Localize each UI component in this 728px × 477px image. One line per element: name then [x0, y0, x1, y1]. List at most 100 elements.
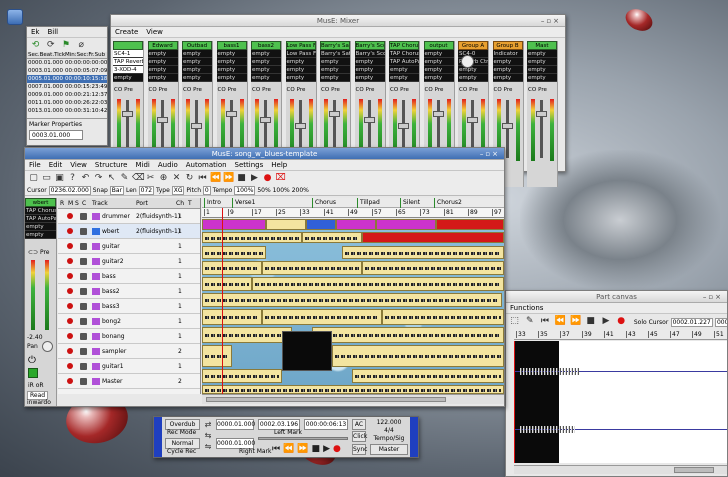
effect-slot[interactable]: empty: [182, 74, 212, 82]
zoom-option[interactable]: 200%: [292, 187, 309, 194]
effect-slot[interactable]: empty: [251, 66, 281, 74]
effect-slot[interactable]: empty: [182, 66, 212, 74]
track-name[interactable]: bass3: [102, 299, 120, 314]
effect-slot[interactable]: empty: [527, 50, 557, 58]
sync-button[interactable]: Sync: [352, 444, 367, 455]
track-name[interactable]: bass2: [102, 284, 120, 299]
stereo-button[interactable]: CO: [390, 87, 398, 93]
fader-knob[interactable]: [225, 111, 237, 117]
marker-row[interactable]: 0009.01.000 00:00:21:12:37: [27, 91, 107, 99]
effect-slot[interactable]: empty: [320, 74, 350, 82]
part[interactable]: [202, 232, 302, 243]
marker-row[interactable]: 0000.01.000 00:00:00:00:00: [27, 59, 107, 67]
column-header[interactable]: T: [188, 198, 192, 209]
mute-icon[interactable]: [80, 333, 87, 340]
column-header[interactable]: C: [82, 198, 86, 209]
part[interactable]: [202, 219, 266, 230]
stereo-button[interactable]: CO: [459, 87, 467, 93]
marker-row[interactable]: 0011.01.000 00:00:26:22:03: [27, 99, 107, 107]
record-arm-icon[interactable]: [67, 333, 73, 339]
track-channel[interactable]: 1: [178, 254, 182, 269]
effect-slot[interactable]: empty: [423, 66, 454, 74]
track-channel[interactable]: 1: [178, 209, 182, 224]
effect-slot[interactable]: empty: [389, 66, 419, 74]
effect-slot[interactable]: empty: [458, 66, 488, 74]
lock-icon[interactable]: ⌀: [76, 40, 87, 51]
mute-icon[interactable]: [80, 258, 87, 265]
part[interactable]: [376, 219, 436, 230]
strip-name[interactable]: Barry's Scoot: [354, 41, 385, 50]
menu-item[interactable]: Ek: [27, 28, 43, 36]
effect-slot[interactable]: empty: [216, 58, 247, 66]
track-channel[interactable]: 2: [178, 344, 182, 359]
menu-item[interactable]: Audio: [154, 161, 182, 169]
stop-icon[interactable]: ■: [236, 173, 247, 184]
pointer-icon[interactable]: ⬚: [509, 316, 520, 327]
mute-icon[interactable]: [80, 303, 87, 310]
part[interactable]: [266, 219, 306, 230]
stereo-icon[interactable]: ⊂⊃ Pre: [28, 248, 54, 257]
menu-item[interactable]: Create: [111, 28, 142, 36]
effect-slot[interactable]: Barry's Scoot: [354, 50, 385, 58]
fader-knob[interactable]: [329, 111, 340, 117]
stop-icon[interactable]: ■: [312, 444, 324, 454]
track-name[interactable]: guitar2: [102, 254, 124, 269]
save-icon[interactable]: ▣: [54, 173, 65, 184]
transport-grip[interactable]: [410, 417, 418, 457]
stereo-button[interactable]: CO: [425, 87, 433, 93]
route-out[interactable]: oR: [36, 382, 44, 389]
effect-slot[interactable]: empty: [285, 74, 316, 82]
selected-part[interactable]: [282, 331, 332, 371]
effect-slot[interactable]: Indicator: [492, 50, 523, 58]
zoom-option[interactable]: 100%: [273, 187, 290, 194]
record-arm-icon[interactable]: [67, 258, 73, 264]
marker[interactable]: Chorus: [312, 198, 336, 208]
snap-select[interactable]: Bar: [109, 186, 125, 195]
marker[interactable]: Silent: [400, 198, 420, 208]
desktop-folder-icon[interactable]: [7, 9, 23, 25]
marker[interactable]: Tillpad: [357, 198, 380, 208]
part[interactable]: [352, 369, 504, 383]
strip-name[interactable]: Low Pass Fil: [285, 41, 316, 50]
redo-icon[interactable]: ↷: [93, 173, 104, 184]
rewind-start-icon[interactable]: ⏮: [539, 316, 550, 327]
flag-icon[interactable]: ⚑: [60, 40, 71, 51]
effect-slot[interactable]: empty: [492, 58, 523, 66]
track-name[interactable]: bonang: [102, 329, 125, 344]
pre-button[interactable]: Pre: [297, 87, 306, 93]
track-channel[interactable]: 1: [178, 314, 182, 329]
part[interactable]: [306, 219, 336, 230]
strip-name[interactable]: Group A: [458, 41, 488, 50]
track-port[interactable]: 2(fluidsynth-1): [136, 209, 180, 224]
menu-item[interactable]: Automation: [182, 161, 231, 169]
record-arm-icon[interactable]: [67, 243, 73, 249]
column-header[interactable]: Min:Sec:Fr.Sub: [65, 52, 107, 58]
fader-knob[interactable]: [294, 123, 306, 129]
track-name[interactable]: bass: [102, 269, 116, 284]
pan-knob-icon[interactable]: [461, 55, 474, 68]
bar-ruler[interactable]: 1 9 17 25 33 41 49 57 65 73 81 89 97: [202, 208, 504, 218]
marker-position-field[interactable]: 0003.01.000: [29, 130, 83, 140]
add-marker-icon[interactable]: ⟲: [30, 40, 41, 51]
menu-item[interactable]: Help: [267, 161, 291, 169]
strip-name[interactable]: Edward: [147, 41, 178, 50]
mute-icon[interactable]: [80, 348, 87, 355]
track-channel[interactable]: 1: [178, 224, 182, 239]
record-arm-icon[interactable]: [67, 228, 73, 234]
part[interactable]: [202, 327, 292, 343]
effect-slot[interactable]: Low Pass Fil: [285, 50, 316, 58]
fader-knob[interactable]: [398, 123, 409, 129]
wave-canvas[interactable]: [514, 341, 727, 463]
effect-slot[interactable]: empty: [527, 74, 557, 82]
marker-row[interactable]: 0007.01.000 00:00:15:23:49: [27, 83, 107, 91]
effect-slot[interactable]: empty: [389, 74, 419, 82]
power-icon[interactable]: ⏻: [28, 355, 36, 366]
undo-icon[interactable]: ↶: [80, 173, 91, 184]
effect-slot[interactable]: empty: [423, 50, 454, 58]
track-channel[interactable]: 1: [178, 284, 182, 299]
effect-slot[interactable]: empty: [285, 58, 316, 66]
strip-name[interactable]: TAP Chorus: [389, 41, 419, 50]
track-name[interactable]: drummer: [102, 209, 130, 224]
fader-track[interactable]: [540, 100, 543, 158]
effect-slot[interactable]: empty: [216, 74, 247, 82]
